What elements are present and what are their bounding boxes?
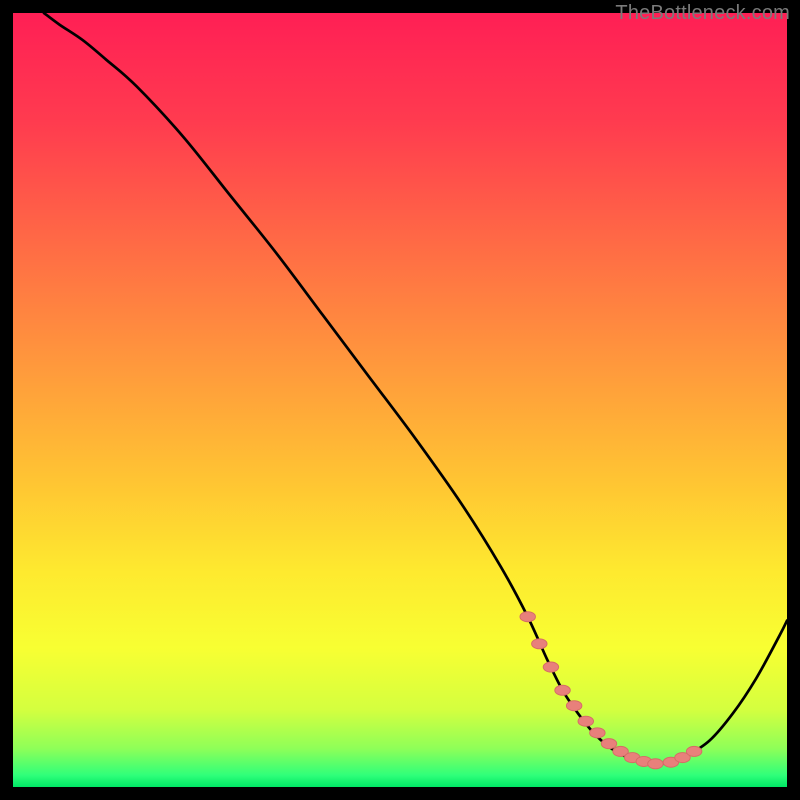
chart-stage: TheBottleneck.com: [0, 0, 800, 800]
plot-area: [13, 13, 787, 787]
gradient-background: [13, 13, 787, 787]
watermark-text: TheBottleneck.com: [615, 2, 790, 25]
